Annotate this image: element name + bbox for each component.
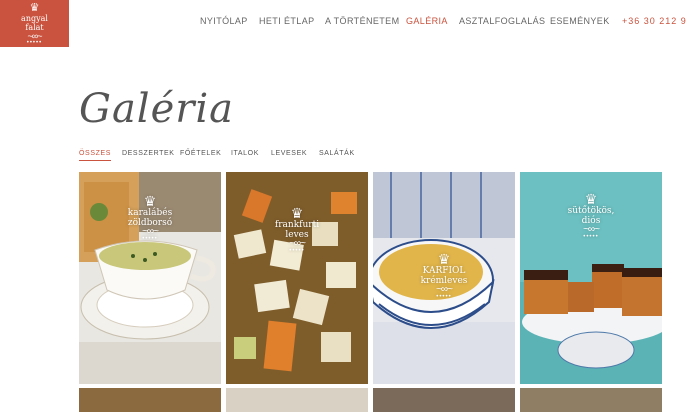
dots-ornament-icon: ••••• <box>26 40 43 46</box>
tile-caption-text: karalábés zöldborsó <box>127 208 173 228</box>
tile-caption-text: frankfurti leves <box>274 220 320 240</box>
tile-caption: ♛ frankfurti leves ~∞~ ••••• <box>226 206 368 254</box>
gallery-photo-vegetable-stew <box>226 172 368 384</box>
dots-ornament-icon: ••••• <box>142 236 158 242</box>
gallery-item-karfiol-kremleves[interactable]: ♛ KARFIOL krémleves ~∞~ ••••• <box>373 172 515 384</box>
filter-desszertek[interactable]: DESSZERTEK <box>122 150 175 157</box>
nav-item-esemenyek[interactable]: ESEMÉNYEK <box>550 16 610 26</box>
dots-ornament-icon: ••••• <box>289 248 305 254</box>
tile-caption-text: KARFIOL krémleves <box>420 266 468 286</box>
nav-item-a-tortenetem[interactable]: A TÖRTÉNETEM <box>325 16 399 26</box>
gallery-item-partial[interactable] <box>226 388 368 412</box>
brand-name: angyal falat <box>21 14 48 32</box>
gallery-item-partial[interactable] <box>79 388 221 412</box>
filter-levesek[interactable]: LEVESEK <box>271 150 307 157</box>
gallery-item-karalabes-zoldborso[interactable]: ♛ karalábés zöldborsó ~∞~ ••••• <box>79 172 221 384</box>
filter-osszes[interactable]: ÖSSZES <box>79 150 111 161</box>
swirl-ornament-icon: ~∞~ <box>583 224 600 235</box>
crown-icon: ♛ <box>29 2 40 14</box>
gallery-item-partial[interactable] <box>520 388 662 412</box>
nav-item-nyitolap[interactable]: NYITÓLAP <box>200 16 248 26</box>
tile-caption: ♛ karalábés zöldborsó ~∞~ ••••• <box>79 194 221 242</box>
tile-caption: ♛ KARFIOL krémleves ~∞~ ••••• <box>373 252 515 300</box>
dots-ornament-icon: ••••• <box>436 294 452 300</box>
crown-icon: ♛ <box>437 251 451 267</box>
dots-ornament-icon: ••••• <box>583 234 599 240</box>
tile-caption: ♛ sütőtökös, diós ~∞~ ••••• <box>520 192 662 240</box>
swirl-ornament-icon: ~∞~ <box>436 284 453 295</box>
gallery-item-frankfurti-leves[interactable]: ♛ frankfurti leves ~∞~ ••••• <box>226 172 368 384</box>
gallery-item-sutotokos-dios[interactable]: ♛ sütőtökös, diós ~∞~ ••••• <box>520 172 662 384</box>
crown-icon: ♛ <box>143 193 157 209</box>
filter-salatak[interactable]: SALÁTÁK <box>319 150 355 157</box>
nav-item-heti-etlap[interactable]: HETI ÉTLAP <box>259 16 315 26</box>
swirl-ornament-icon: ~∞~ <box>27 31 43 41</box>
gallery-item-partial[interactable] <box>373 388 515 412</box>
crown-icon: ♛ <box>584 191 598 207</box>
crown-icon: ♛ <box>290 205 304 221</box>
filter-foetelek[interactable]: FŐÉTELEK <box>180 150 221 157</box>
page-title: Galéria <box>79 86 235 132</box>
filter-italok[interactable]: ITALOK <box>231 150 259 157</box>
nav-item-galeria[interactable]: GALÉRIA <box>406 16 448 26</box>
brand-logo[interactable]: ♛ angyal falat ~∞~ ••••• <box>0 0 69 47</box>
phone-number[interactable]: +36 30 212 970 <box>622 16 687 26</box>
main-nav: NYITÓLAP HETI ÉTLAP A TÖRTÉNETEM GALÉRIA… <box>200 16 687 30</box>
nav-item-asztalfoglalas[interactable]: ASZTALFOGLALÁS <box>459 16 545 26</box>
swirl-ornament-icon: ~∞~ <box>142 226 159 237</box>
tile-caption-text: sütőtökös, diós <box>567 206 615 226</box>
swirl-ornament-icon: ~∞~ <box>289 238 306 249</box>
